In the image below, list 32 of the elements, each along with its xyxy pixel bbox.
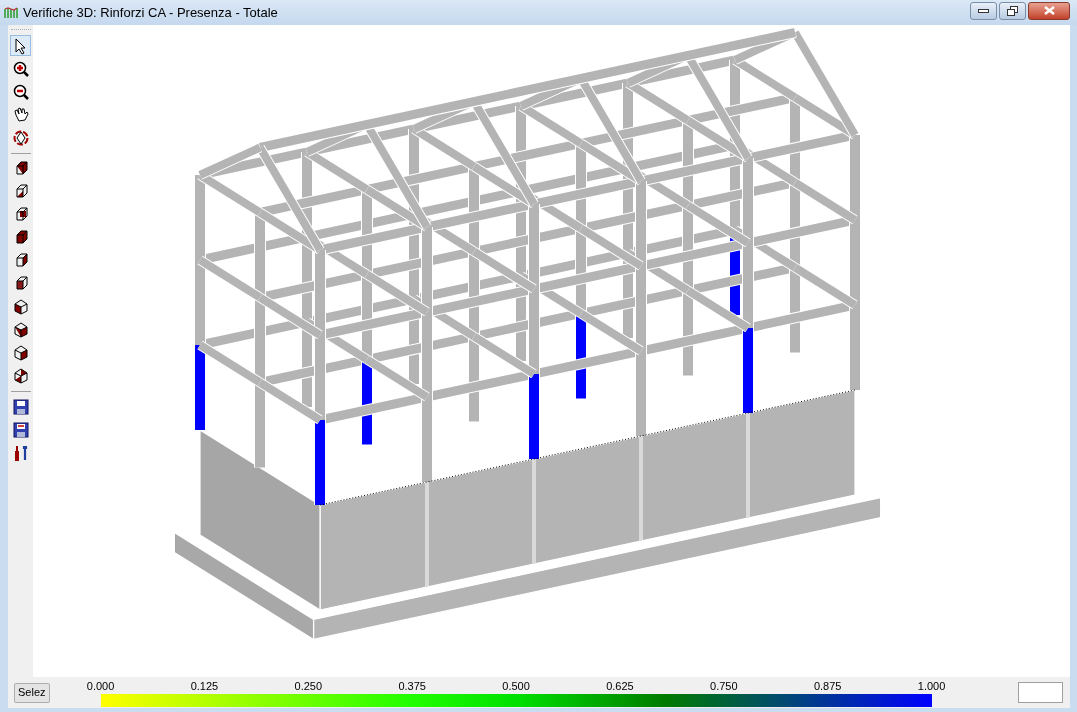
app-icon bbox=[4, 6, 18, 19]
save-icon bbox=[11, 421, 30, 439]
cube-icon bbox=[11, 344, 30, 362]
close-button[interactable] bbox=[1028, 1, 1070, 20]
rotate-icon bbox=[11, 129, 30, 147]
minimize-icon bbox=[978, 8, 989, 13]
restore-icon bbox=[1007, 5, 1018, 16]
cube-icon bbox=[11, 298, 30, 316]
scale-label: 0.500 bbox=[502, 678, 530, 693]
scale-label: 0.000 bbox=[86, 678, 115, 693]
cube-icon bbox=[11, 321, 30, 339]
hand-icon bbox=[11, 106, 30, 124]
cube-icon bbox=[11, 367, 30, 385]
window-title: Verifiche 3D: Rinforzi CA - Presenza - Totale bbox=[23, 3, 278, 22]
scale-label: 0.125 bbox=[190, 678, 219, 693]
zoom-out-icon bbox=[11, 83, 30, 101]
scale-label: 0.250 bbox=[294, 678, 323, 693]
scale-label: 0.875 bbox=[813, 678, 842, 693]
select-button[interactable]: Selez bbox=[14, 682, 50, 703]
value-field[interactable] bbox=[1018, 682, 1063, 703]
scale-label: 0.375 bbox=[398, 678, 426, 693]
close-icon bbox=[1043, 6, 1055, 15]
scale-label: 0.625 bbox=[606, 678, 634, 693]
toolbar-button[interactable] bbox=[10, 397, 31, 417]
save-icon bbox=[11, 398, 30, 416]
toolbar-button[interactable] bbox=[10, 420, 31, 440]
toolbar-button[interactable] bbox=[10, 35, 31, 56]
scale-label: 0.750 bbox=[710, 678, 738, 693]
restore-button[interactable] bbox=[999, 1, 1026, 20]
zoom-in-icon bbox=[11, 60, 30, 78]
scale-label: 1.000 bbox=[917, 678, 946, 693]
minimize-button[interactable] bbox=[970, 1, 997, 20]
